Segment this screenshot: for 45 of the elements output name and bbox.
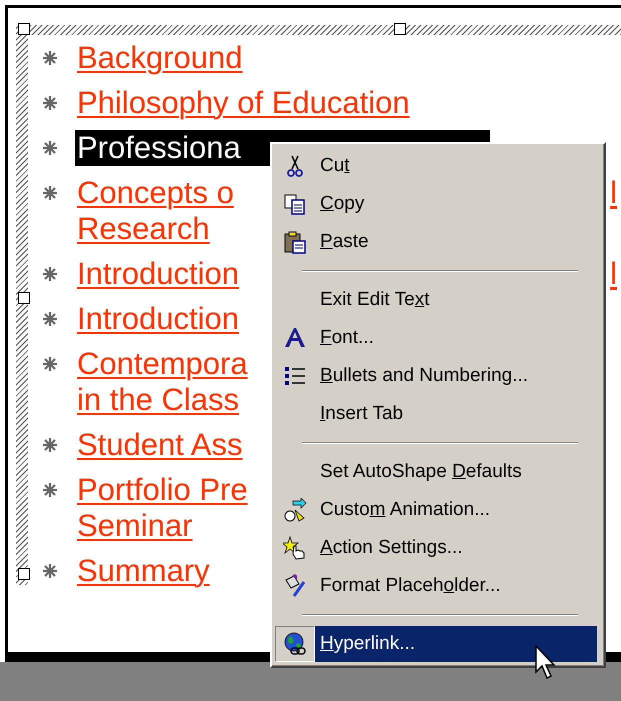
menu-item[interactable]: Paste <box>315 224 597 260</box>
resize-handle[interactable] <box>394 23 406 35</box>
bullet-icon <box>43 140 57 154</box>
bullet-icon <box>43 186 57 200</box>
menu-item[interactable]: Custom Animation... <box>315 492 597 528</box>
bullet-icon <box>43 356 57 370</box>
bullet-icon <box>43 564 57 578</box>
hyperlink-text[interactable]: Portfolio Pre Seminar <box>77 472 248 544</box>
menu-item[interactable]: Hyperlink... <box>315 626 597 662</box>
resize-handle[interactable] <box>18 292 30 304</box>
globe-icon <box>283 632 307 656</box>
hyperlink-text[interactable]: Introduction <box>77 256 239 292</box>
font-icon <box>283 326 307 350</box>
hyperlink-text[interactable]: Student Ass <box>77 426 242 462</box>
hyperlink-text[interactable]: Contempora in the Class <box>77 346 248 418</box>
menu-item[interactable]: Format Placeholder... <box>315 568 597 604</box>
menu-item[interactable]: Bullets and Numbering... <box>315 358 597 394</box>
hyperlink-text[interactable]: Introduction <box>77 300 239 336</box>
menu-item[interactable]: Action Settings... <box>315 530 597 566</box>
bullet-icon <box>43 438 57 452</box>
menu-item[interactable]: Set AutoShape Defaults <box>315 454 597 490</box>
hyperlink-text[interactable]: Concepts o Research <box>77 174 234 246</box>
menu-item[interactable]: Font... <box>315 320 597 356</box>
menu-item[interactable]: Exit Edit Text <box>315 282 597 318</box>
clipboard-icon <box>283 230 307 254</box>
menu-item[interactable]: Copy <box>315 186 597 222</box>
hyperlink-text[interactable]: Background <box>77 40 242 76</box>
hyperlink-text[interactable]: Summary <box>77 552 210 588</box>
star-hand-icon <box>283 536 307 560</box>
bullet-icon <box>43 482 57 496</box>
bullet-icon <box>43 266 57 280</box>
menu-item[interactable]: Insert Tab <box>315 396 597 432</box>
hyperlink-text[interactable]: l <box>610 256 617 292</box>
animation-icon <box>283 498 307 522</box>
menu-item[interactable]: Cut <box>315 148 597 184</box>
bullet-icon <box>43 50 57 64</box>
paint-brush-icon <box>283 574 307 598</box>
bullet-icon <box>43 96 57 110</box>
bullet-icon <box>43 312 57 326</box>
hyperlink-text[interactable]: Philosophy of Education <box>77 84 410 120</box>
hyperlink-text[interactable]: l <box>610 174 617 210</box>
resize-handle[interactable] <box>18 568 30 580</box>
copy-icon <box>283 192 307 216</box>
list-icon <box>283 364 307 388</box>
resize-handle[interactable] <box>18 23 30 35</box>
